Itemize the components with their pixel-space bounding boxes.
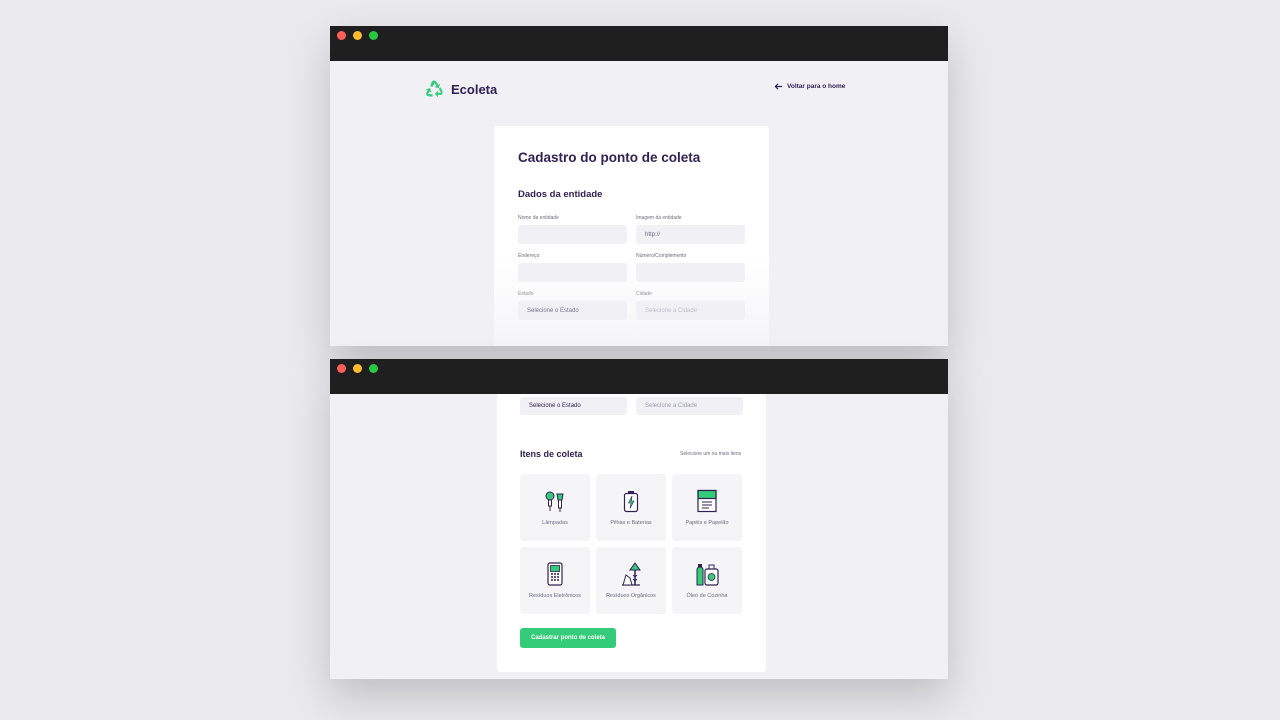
lightbulb-icon bbox=[545, 491, 564, 512]
browser-window-bottom: Selecione o Estado Selecione a Cidade It… bbox=[330, 359, 948, 679]
state-label: Estado bbox=[518, 291, 534, 297]
page-content: Ecoleta Voltar para o home Cadastro do p… bbox=[330, 61, 948, 346]
city-select[interactable]: Selecione a Cidade bbox=[636, 301, 745, 320]
item-pilhas[interactable]: Pilhas e Baterias bbox=[596, 474, 666, 541]
window-titlebar bbox=[330, 359, 948, 394]
item-label: Pilhas e Baterias bbox=[610, 520, 652, 526]
items-section-hint: Selecione um ou mais itens bbox=[680, 451, 742, 457]
app-name: Ecoleta bbox=[451, 81, 498, 97]
item-label: Resíduos Eletrônicos bbox=[529, 593, 581, 599]
address-label: Endereço bbox=[518, 253, 540, 259]
window-titlebar bbox=[330, 26, 948, 61]
minimize-window-button[interactable] bbox=[353, 364, 362, 373]
logo[interactable]: Ecoleta bbox=[424, 79, 497, 99]
name-label: Nome da entidade bbox=[518, 215, 559, 221]
state-field: Estado Selecione o Estado bbox=[518, 291, 627, 320]
maximize-window-button[interactable] bbox=[369, 31, 378, 40]
item-label: Óleo de Cozinha bbox=[686, 593, 728, 599]
item-lampadas[interactable]: Lâmpadas bbox=[520, 474, 590, 541]
item-eletronicos[interactable]: Resíduos Eletrônicos bbox=[520, 547, 590, 614]
state-select[interactable]: Selecione o Estado bbox=[518, 301, 627, 320]
close-window-button[interactable] bbox=[337, 31, 346, 40]
paper-icon bbox=[697, 489, 717, 513]
name-input[interactable] bbox=[518, 225, 627, 244]
image-field: Imagem da entidade http:// bbox=[636, 215, 745, 244]
page-content: Selecione o Estado Selecione a Cidade It… bbox=[330, 394, 948, 679]
number-label: Número/Complemento bbox=[636, 253, 687, 259]
number-input[interactable] bbox=[636, 263, 745, 282]
item-label: Papéis e Papelão bbox=[685, 520, 729, 526]
oil-icon bbox=[696, 564, 719, 586]
address-input[interactable] bbox=[518, 263, 627, 282]
image-input[interactable]: http:// bbox=[636, 225, 745, 244]
back-home-link[interactable]: Voltar para o home bbox=[774, 82, 845, 91]
browser-window-top: Ecoleta Voltar para o home Cadastro do p… bbox=[330, 26, 948, 346]
back-home-label: Voltar para o home bbox=[787, 83, 846, 90]
item-label: Lâmpadas bbox=[542, 520, 568, 526]
item-papeis[interactable]: Papéis e Papelão bbox=[672, 474, 742, 541]
city-label: Cidade bbox=[636, 291, 652, 297]
name-field: Nome da entidade bbox=[518, 215, 627, 244]
recycle-icon bbox=[425, 80, 443, 98]
item-organicos[interactable]: Resíduos Orgânicos bbox=[596, 547, 666, 614]
submit-button[interactable]: Cadastrar ponto de coleta bbox=[520, 628, 616, 648]
address-field: Endereço bbox=[518, 253, 627, 282]
state-select[interactable]: Selecione o Estado bbox=[520, 397, 627, 415]
organic-icon bbox=[622, 562, 641, 586]
items-section-title: Itens de coleta bbox=[520, 449, 583, 459]
form-card: Selecione o Estado Selecione a Cidade It… bbox=[497, 394, 766, 672]
minimize-window-button[interactable] bbox=[353, 31, 362, 40]
battery-icon bbox=[623, 491, 639, 513]
item-oleo[interactable]: Óleo de Cozinha bbox=[672, 547, 742, 614]
number-field: Número/Complemento bbox=[636, 253, 745, 282]
city-select[interactable]: Selecione a Cidade bbox=[636, 397, 743, 415]
maximize-window-button[interactable] bbox=[369, 364, 378, 373]
item-label: Resíduos Orgânicos bbox=[606, 593, 656, 599]
arrow-left-icon bbox=[774, 83, 783, 90]
page-title: Cadastro do ponto de coleta bbox=[518, 150, 701, 165]
close-window-button[interactable] bbox=[337, 364, 346, 373]
items-grid: Lâmpadas Pilhas e Baterias Papéis e Pape… bbox=[520, 474, 742, 614]
form-card: Cadastro do ponto de coleta Dados da ent… bbox=[494, 126, 769, 346]
image-label: Imagem da entidade bbox=[636, 215, 682, 221]
section-entity-title: Dados da entidade bbox=[518, 189, 603, 200]
electronics-icon bbox=[547, 562, 563, 586]
city-field: Cidade Selecione a Cidade bbox=[636, 291, 745, 320]
